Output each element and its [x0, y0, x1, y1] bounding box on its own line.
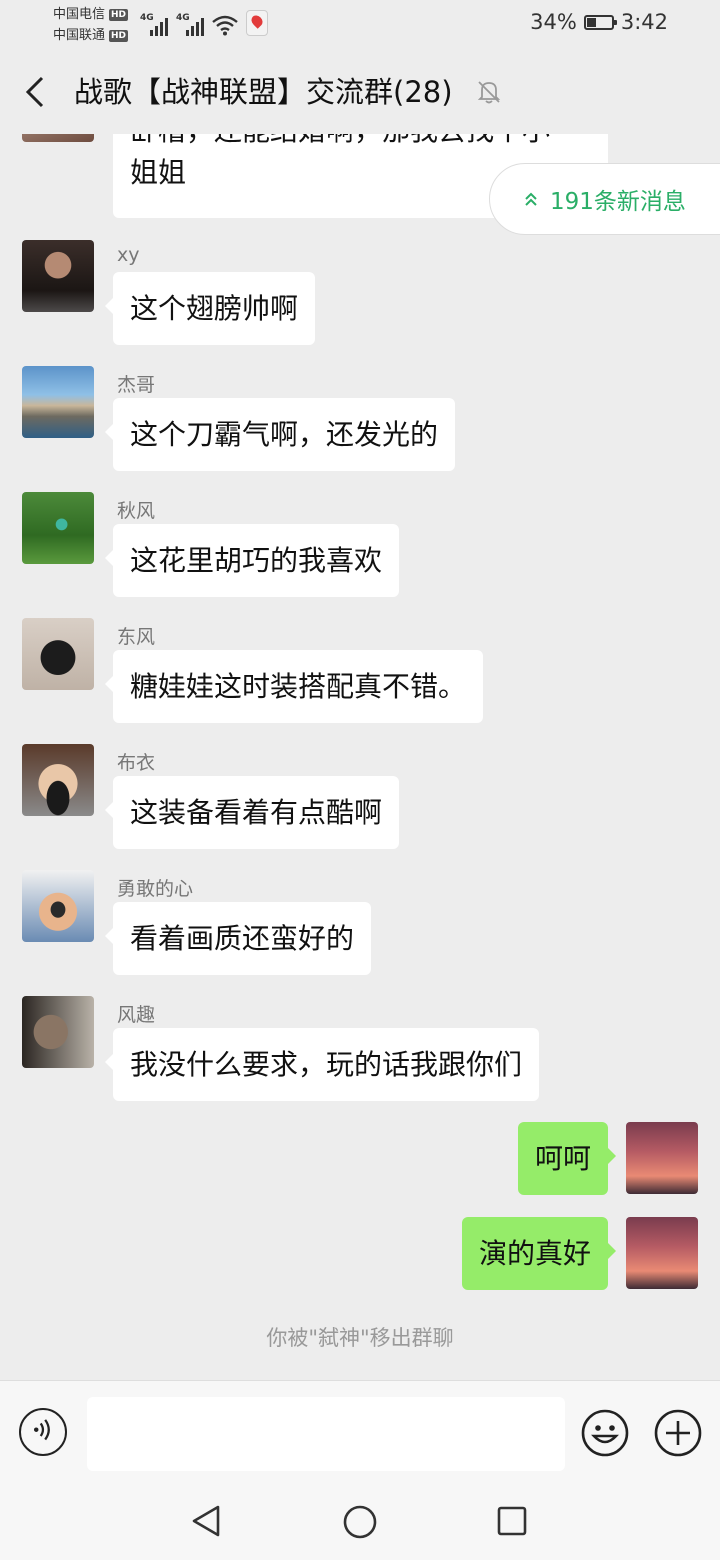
message-bubble[interactable]: 我没什么要求，玩的话我跟你们 — [104, 1028, 540, 1101]
black-cat-avatar[interactable] — [22, 618, 94, 690]
bearded-man-avatar[interactable] — [22, 996, 94, 1068]
sender-name: 布衣 — [117, 752, 156, 774]
message-bubble[interactable]: 这装备看着有点酷啊 — [104, 776, 400, 849]
man-cigarette-avatar[interactable] — [22, 240, 94, 312]
map-app-icon — [246, 10, 268, 36]
network-1-label: 4G — [140, 13, 154, 23]
mute-bell-icon — [477, 81, 501, 104]
voice-icon — [33, 1419, 50, 1441]
carrier-2-label: 中国联通 — [53, 28, 106, 43]
carrier-1-label: 中国电信 — [53, 7, 106, 22]
sender-name: 勇敢的心 — [117, 878, 194, 900]
message-bubble[interactable]: 这花里胡巧的我喜欢 — [104, 524, 400, 597]
masked-cartoon-avatar[interactable] — [22, 744, 94, 816]
new-messages-button[interactable]: 191条新消息 — [489, 163, 720, 235]
network-2-label: 4G — [176, 13, 190, 23]
sender-name: xy — [117, 244, 140, 266]
system-notice: 你被"弑神"移出群聊 — [266, 1326, 454, 1350]
chat-header: 战歌【战神联盟】交流群(28) — [0, 50, 720, 134]
my-message-bubble[interactable]: 演的真好 — [461, 1217, 617, 1290]
sender-name: 风趣 — [117, 1004, 156, 1026]
message-bubble[interactable]: 这个翅膀帅啊 — [104, 272, 316, 345]
status-bar: 中国电信 HD 中国联通 HD 4G 4G 34% 3:42 — [0, 0, 720, 50]
nav-home-icon[interactable] — [343, 1505, 377, 1539]
battery-fill — [586, 17, 596, 27]
glasses-cartoon-avatar[interactable] — [22, 870, 94, 942]
hd-badge: HD — [109, 29, 129, 42]
message-list[interactable]: 卧槽，还能结婚啊，那我去找个小 姐姐 xy 这个翅膀帅啊 杰哥 这个刀霸气啊，还… — [0, 134, 720, 1380]
carrier-info: 中国电信 HD 中国联通 HD — [53, 4, 129, 46]
city-skyline-avatar[interactable] — [22, 366, 94, 438]
my-avatar[interactable] — [626, 1217, 698, 1289]
message-bubble[interactable]: 这个刀霸气啊，还发光的 — [104, 398, 456, 471]
wifi-icon — [212, 15, 238, 36]
message-input[interactable] — [87, 1397, 565, 1471]
sender-name: 东风 — [117, 626, 156, 648]
battery-icon — [583, 14, 617, 30]
my-message-bubble[interactable]: 呵呵 — [517, 1122, 617, 1195]
battery-percent: 34% — [530, 10, 577, 34]
hd-badge: HD — [109, 8, 129, 21]
new-messages-label: 191条新消息 — [550, 189, 686, 215]
nav-recent-apps-icon[interactable] — [497, 1506, 527, 1536]
input-bar — [0, 1380, 720, 1489]
back-arrow-icon[interactable] — [16, 72, 56, 112]
plus-icon[interactable] — [653, 1408, 703, 1458]
emoji-icon[interactable] — [580, 1408, 630, 1458]
voice-input-button[interactable] — [19, 1408, 67, 1456]
sender-name: 杰哥 — [117, 374, 156, 396]
chat-title[interactable]: 战歌【战神联盟】交流群(28) — [74, 72, 453, 112]
message-bubble[interactable]: 看着画质还蛮好的 — [104, 902, 372, 975]
message-text-line-1: 卧槽，还能结婚啊，那我去找个小 — [130, 134, 591, 152]
my-avatar[interactable] — [626, 1122, 698, 1194]
sender-name: 秋风 — [117, 500, 156, 522]
nav-back-icon[interactable] — [190, 1504, 222, 1538]
signal-1-icon: 4G — [140, 13, 168, 36]
signal-2-icon: 4G — [176, 13, 204, 36]
system-nav-bar — [0, 1488, 720, 1560]
golfer-avatar[interactable] — [22, 492, 94, 564]
message-bubble[interactable]: 糖娃娃这时装搭配真不错。 — [104, 650, 484, 723]
clock: 3:42 — [620, 10, 668, 34]
double-chevron-up-icon — [525, 192, 537, 206]
partial-sender-avatar[interactable] — [22, 134, 94, 142]
